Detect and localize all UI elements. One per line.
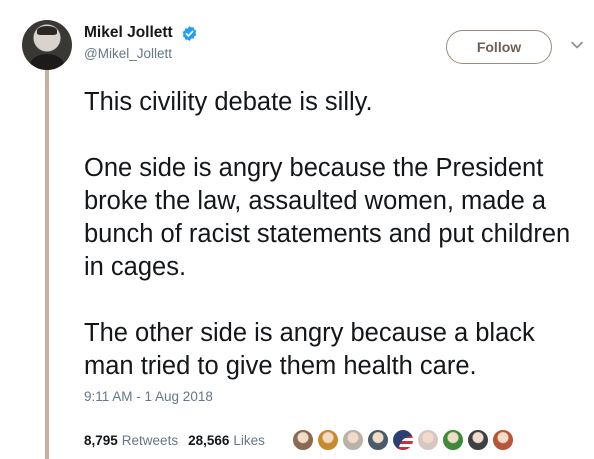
tweet-stats: 8,795 Retweets 28,566 Likes: [84, 433, 275, 448]
liker-avatar-icon[interactable]: [317, 429, 339, 451]
retweets-count[interactable]: 8,795: [84, 433, 118, 448]
retweets-label[interactable]: Retweets: [122, 433, 178, 448]
thread-line: [45, 70, 49, 459]
liker-avatar-icon[interactable]: [292, 429, 314, 451]
liker-avatar-icon[interactable]: [467, 429, 489, 451]
tweet-timestamp[interactable]: 9:11 AM - 1 Aug 2018: [84, 389, 213, 404]
profile-photo-icon[interactable]: [22, 20, 72, 70]
author-block: Mikel Jollett @Mikel_Jollett: [84, 24, 198, 61]
flag-avatar-icon[interactable]: [392, 429, 414, 451]
liker-avatars: [292, 428, 514, 452]
tweet-text: This civility debate is silly. One side …: [84, 88, 571, 380]
avatar-shirt: [30, 54, 64, 70]
verified-badge-icon: [182, 25, 197, 41]
follow-button[interactable]: Follow: [446, 30, 552, 64]
liker-avatar-icon[interactable]: [492, 429, 514, 451]
liker-avatar-icon[interactable]: [342, 429, 364, 451]
avatar-hair: [37, 26, 57, 35]
liker-avatar-icon[interactable]: [442, 429, 464, 451]
chevron-down-icon[interactable]: [570, 40, 584, 50]
liker-avatar-icon[interactable]: [417, 429, 439, 451]
author-handle[interactable]: @Mikel_Jollett: [84, 46, 198, 61]
author-display-name[interactable]: Mikel Jollett: [84, 24, 173, 42]
likes-count[interactable]: 28,566: [188, 433, 229, 448]
liker-avatar-icon[interactable]: [367, 429, 389, 451]
likes-label[interactable]: Likes: [233, 433, 265, 448]
